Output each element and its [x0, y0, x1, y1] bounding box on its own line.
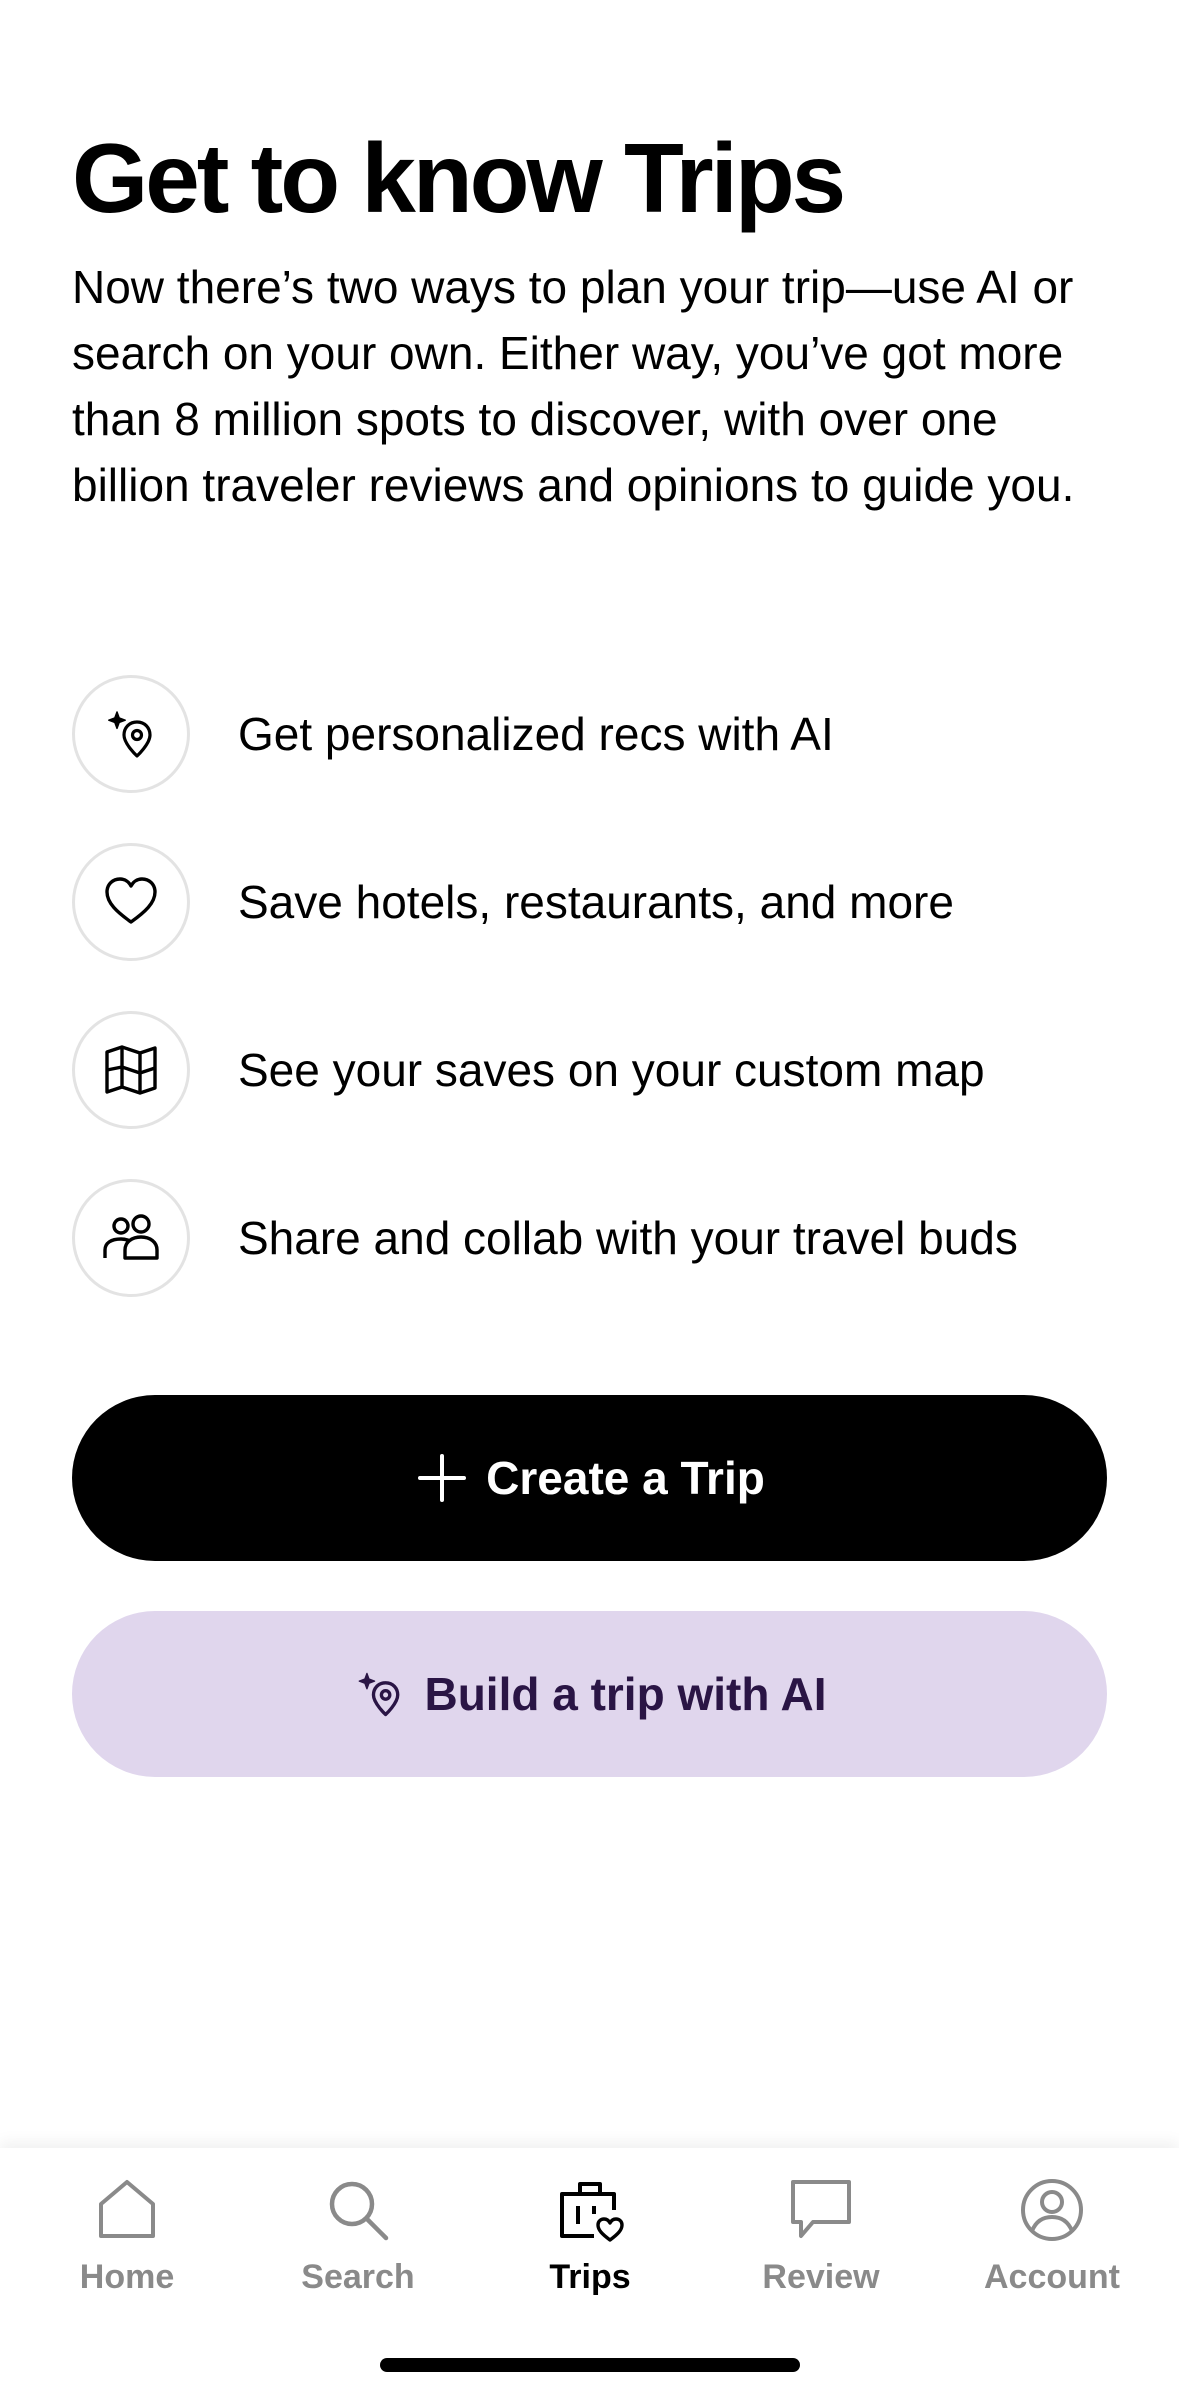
tab-home[interactable]: Home [27, 2174, 227, 2297]
intro-text: Now there’s two ways to plan your trip—u… [72, 261, 1075, 511]
tab-review[interactable]: Review [721, 2174, 921, 2297]
ai-location-sparkle-icon [359, 1672, 400, 1717]
feature-item-map: See your saves on your custom map [72, 1008, 1107, 1132]
chat-bubble-icon [791, 2180, 851, 2238]
create-trip-label: Create a Trip [486, 1452, 765, 1504]
tab-label: Review [762, 2258, 880, 2296]
feature-item-share: Share and collab with your travel buds [72, 1176, 1107, 1300]
create-trip-button[interactable]: Create a Trip [72, 1395, 1107, 1561]
search-icon [329, 2181, 389, 2241]
user-circle-icon [1021, 2179, 1083, 2241]
ai-location-sparkle-icon [72, 675, 190, 793]
build-trip-ai-label: Build a trip with AI [424, 1668, 827, 1720]
feature-label: See your saves on your custom map [238, 1044, 985, 1096]
people-icon [72, 1179, 190, 1297]
suitcase-heart-icon [560, 2182, 624, 2242]
feature-label: Save hotels, restaurants, and more [238, 876, 954, 928]
tab-search[interactable]: Search [258, 2174, 458, 2297]
home-icon [99, 2180, 155, 2238]
feature-label: Share and collab with your travel buds [238, 1212, 1018, 1264]
map-icon [72, 1011, 190, 1129]
page-title: Get to know Trips [72, 123, 846, 233]
feature-list: Get personalized recs with AI Save hotel… [72, 672, 1107, 1344]
plus-icon [418, 1454, 467, 1502]
home-indicator [380, 2358, 800, 2372]
heart-icon [72, 843, 190, 961]
tab-trips[interactable]: Trips [490, 2174, 690, 2297]
tab-label: Search [301, 2258, 415, 2296]
feature-item-ai-recs: Get personalized recs with AI [72, 672, 1107, 796]
tab-label: Home [79, 2258, 175, 2296]
tab-label: Account [984, 2258, 1120, 2296]
tab-label: Trips [549, 2258, 631, 2296]
feature-item-save: Save hotels, restaurants, and more [72, 840, 1107, 964]
tab-account[interactable]: Account [952, 2174, 1152, 2297]
feature-label: Get personalized recs with AI [238, 708, 834, 760]
build-trip-ai-button[interactable]: Build a trip with AI [72, 1611, 1107, 1777]
